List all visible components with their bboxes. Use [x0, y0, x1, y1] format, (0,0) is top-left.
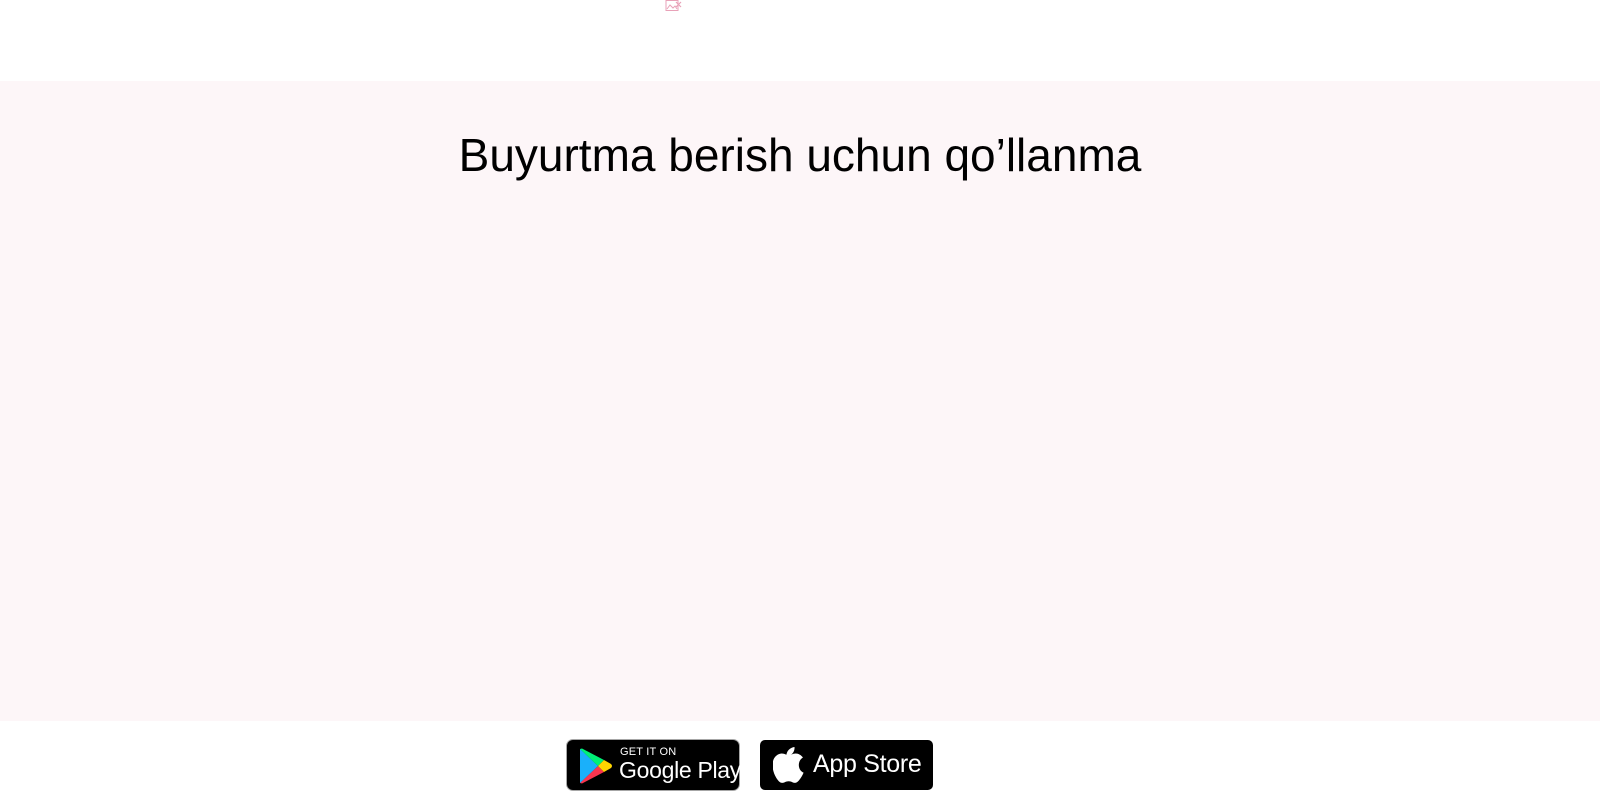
google-play-label: Google Play — [619, 757, 741, 783]
broken-image-icon — [665, 0, 682, 11]
app-store-label: App Store — [813, 750, 922, 778]
guide-title: Buyurtma berish uchun qo’llanma — [458, 129, 1142, 181]
apple-icon — [773, 747, 804, 783]
google-play-icon — [580, 748, 612, 784]
page: Buyurtma berish uchun qo’llanma GET IT O… — [0, 0, 1600, 809]
app-store-button[interactable]: App Store — [760, 740, 933, 790]
top-bar — [0, 0, 1600, 81]
google-play-button[interactable]: GET IT ON Google Play — [566, 739, 741, 791]
